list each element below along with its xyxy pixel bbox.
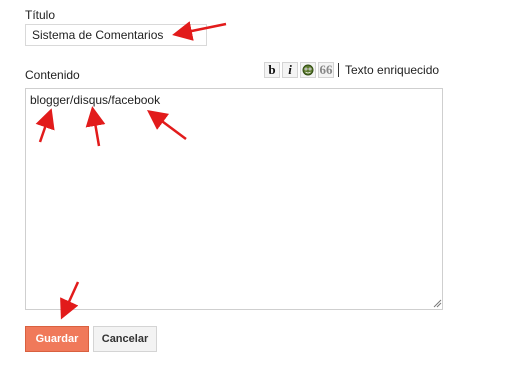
resize-grip-icon[interactable] [432, 298, 442, 308]
emoji-face-icon [302, 64, 314, 76]
toolbar-divider [338, 63, 339, 77]
save-button[interactable]: Guardar [25, 326, 89, 352]
title-input[interactable] [25, 24, 207, 46]
quote-icon[interactable]: 66 [318, 62, 334, 78]
cancel-button[interactable]: Cancelar [93, 326, 157, 352]
emoji-icon[interactable] [300, 62, 316, 78]
title-label: Título [25, 8, 56, 22]
editor-toolbar: b i 66 Texto enriquecido [264, 61, 439, 79]
content-textarea[interactable]: blogger/disqus/facebook [25, 88, 443, 310]
content-label: Contenido [25, 68, 80, 82]
italic-icon[interactable]: i [282, 62, 298, 78]
bold-icon[interactable]: b [264, 62, 280, 78]
rich-text-toggle[interactable]: Texto enriquecido [345, 63, 439, 77]
